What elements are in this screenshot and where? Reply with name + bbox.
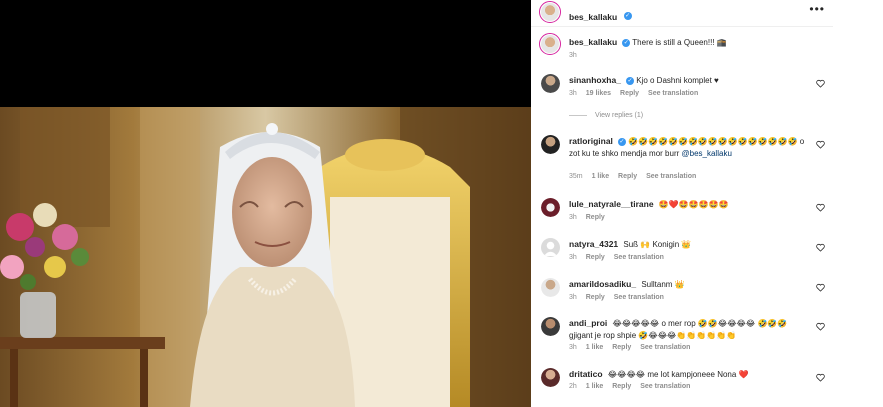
comment-username[interactable]: sinanhoxha_ [569, 75, 621, 85]
caption-time: 3h [569, 52, 577, 59]
comment-likes[interactable]: 1 like [592, 173, 610, 180]
divider [569, 114, 587, 116]
comment-time: 3h [569, 294, 577, 301]
page-background [833, 0, 883, 407]
avatar[interactable] [541, 74, 560, 93]
comment-text: Sulltanm 👑 [641, 280, 685, 289]
more-options-icon[interactable]: ••• [809, 2, 825, 16]
like-heart-icon[interactable] [816, 283, 825, 292]
comment-time: 2h [569, 383, 577, 390]
header-username[interactable]: bes_kallaku [569, 12, 617, 22]
avatar[interactable] [541, 317, 560, 336]
comment-username[interactable]: dritatico [569, 369, 603, 379]
post-media[interactable] [0, 0, 531, 407]
comment-mention[interactable]: @bes_kallaku [682, 149, 732, 158]
see-translation-link[interactable]: See translation [614, 294, 664, 301]
reply-button[interactable]: Reply [612, 383, 631, 390]
like-heart-icon[interactable] [816, 79, 825, 88]
comments-panel: bes_kallaku ✓ ••• bes_kallaku ✓ There is … [531, 0, 833, 407]
comment-likes[interactable]: 19 likes [586, 90, 611, 97]
avatar[interactable] [539, 1, 561, 23]
avatar[interactable] [539, 33, 561, 55]
reply-button[interactable]: Reply [586, 254, 605, 261]
comment-time: 3h [569, 214, 577, 221]
like-heart-icon[interactable] [816, 140, 825, 149]
reply-button[interactable]: Reply [620, 90, 639, 97]
comment-time: 3h [569, 90, 577, 97]
caption-text: There is still a Queen!!! 🕋 [632, 38, 727, 47]
reply-button[interactable]: Reply [586, 214, 605, 221]
see-translation-link[interactable]: See translation [640, 383, 690, 390]
comment-time: 35m [569, 173, 583, 180]
view-replies-label: View replies (1) [595, 112, 644, 119]
comment-username[interactable]: amarildosadiku_ [569, 279, 636, 289]
verified-icon: ✓ [625, 76, 634, 85]
comment-text: 😂😂😂😂 me lot kampjoneee Nona ❤️ [607, 370, 749, 379]
comment-likes[interactable]: 1 like [586, 344, 604, 351]
reply-button[interactable]: Reply [586, 294, 605, 301]
comment-username[interactable]: ratloriginal [569, 136, 613, 146]
like-heart-icon[interactable] [816, 243, 825, 252]
comment-username[interactable]: andi_proi [569, 318, 607, 328]
comment-text: Kjo o Dashni komplet ♥ [636, 76, 719, 85]
avatar[interactable] [541, 368, 560, 387]
comment-time: 3h [569, 254, 577, 261]
avatar[interactable] [541, 278, 560, 297]
avatar[interactable] [541, 238, 560, 257]
comment-time: 3h [569, 344, 577, 351]
caption-username[interactable]: bes_kallaku [569, 37, 617, 47]
verified-icon: ✓ [623, 11, 632, 20]
reply-button[interactable]: Reply [618, 173, 637, 180]
like-heart-icon[interactable] [816, 322, 825, 331]
see-translation-link[interactable]: See translation [640, 344, 690, 351]
reply-button[interactable]: Reply [612, 344, 631, 351]
comment-likes[interactable]: 1 like [586, 383, 604, 390]
see-translation-link[interactable]: See translation [646, 173, 696, 180]
avatar[interactable] [541, 135, 560, 154]
post-photo [0, 107, 531, 407]
verified-icon: ✓ [622, 38, 631, 47]
comment-username[interactable]: natyra_4321 [569, 239, 618, 249]
post-header: bes_kallaku ✓ ••• [531, 0, 833, 27]
like-heart-icon[interactable] [816, 203, 825, 212]
see-translation-link[interactable]: See translation [648, 90, 698, 97]
avatar[interactable] [541, 198, 560, 217]
comment-text: Suß 🙌 Konigin 👑 [623, 240, 692, 249]
view-replies-button[interactable]: View replies (1) [569, 112, 643, 119]
verified-icon: ✓ [617, 137, 626, 146]
comment-username[interactable]: lule_natyrale__tirane [569, 199, 654, 209]
see-translation-link[interactable]: See translation [614, 254, 664, 261]
like-heart-icon[interactable] [816, 373, 825, 382]
comment-text: 🤩❤️🤩🤩🤩🤩🤩 [658, 200, 729, 209]
